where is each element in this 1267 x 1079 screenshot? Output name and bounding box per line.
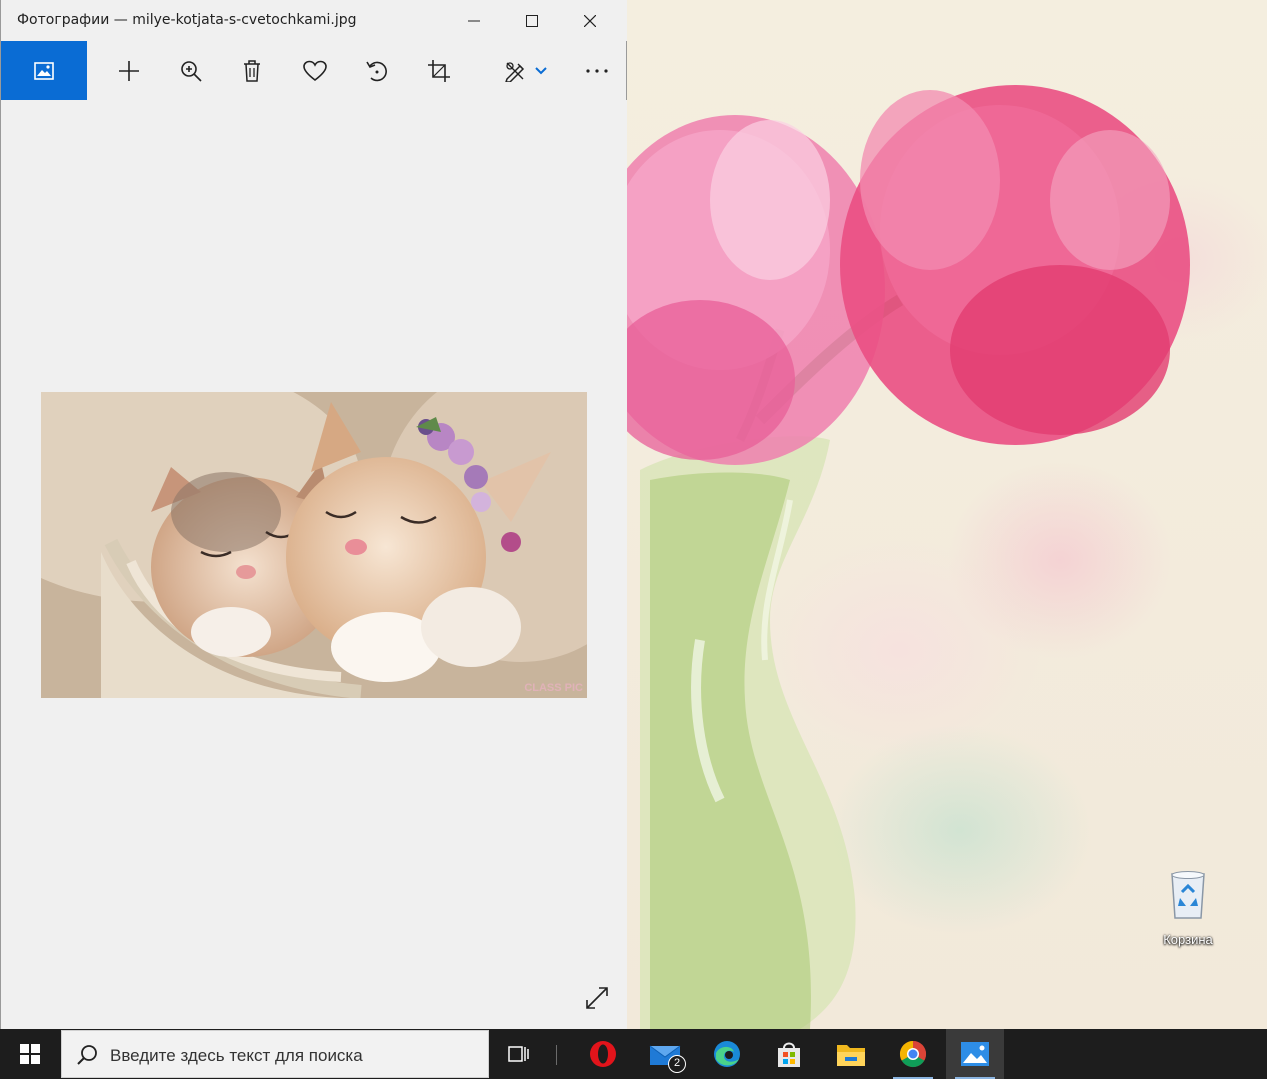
taskbar-mail[interactable]: 2: [636, 1029, 694, 1079]
recycle-bin-label: Корзина: [1163, 932, 1213, 947]
window-titlebar[interactable]: Фотографии — milye-kotjata-s-cvetochkami…: [1, 0, 627, 41]
see-more-button[interactable]: [575, 41, 619, 100]
photo-collection-icon: [34, 61, 54, 80]
taskbar-chrome[interactable]: [884, 1029, 942, 1079]
close-icon: [584, 14, 596, 27]
start-button[interactable]: [0, 1029, 60, 1079]
fullscreen-expand-icon: [586, 987, 608, 1009]
maximize-icon: [526, 14, 538, 27]
task-view-button[interactable]: [490, 1029, 548, 1079]
zoom-button[interactable]: [169, 41, 213, 100]
fullscreen-button[interactable]: [579, 980, 615, 1016]
recycle-bin-shortcut[interactable]: Корзина: [1150, 868, 1226, 947]
maximize-button[interactable]: [503, 0, 561, 41]
minimize-button[interactable]: [445, 0, 503, 41]
mail-unread-badge: 2: [668, 1055, 686, 1073]
sleeping-kittens-image: [41, 392, 587, 698]
photo-watermark: CLASS PIC: [524, 682, 583, 694]
zoom-in-icon: [181, 60, 202, 82]
window-title: Фотографии — milye-kotjata-s-cvetochkami…: [17, 12, 357, 28]
photos-app-window: Фотографии — milye-kotjata-s-cvetochkami…: [0, 0, 627, 1029]
opera-icon: [590, 1041, 616, 1067]
crop-button[interactable]: [417, 41, 461, 100]
kittens-photo[interactable]: CLASS PIC: [41, 392, 587, 698]
store-icon: [778, 1042, 800, 1067]
edit-menu-dropdown[interactable]: [521, 41, 561, 100]
taskbar-photos[interactable]: [946, 1029, 1004, 1079]
favorite-button[interactable]: [293, 41, 337, 100]
taskbar-store[interactable]: [760, 1029, 818, 1079]
chevron-down-icon: [535, 66, 547, 74]
delete-button[interactable]: [230, 41, 274, 100]
taskbar-edge[interactable]: [698, 1029, 756, 1079]
rotate-button[interactable]: [355, 41, 399, 100]
image-viewer[interactable]: CLASS PIC: [1, 100, 627, 1029]
taskbar-separator: [556, 1045, 557, 1065]
taskbar-file-explorer[interactable]: [822, 1029, 880, 1079]
taskbar-search-box[interactable]: Введите здесь текст для поиска: [61, 1030, 489, 1078]
favorite-icon: [303, 60, 327, 81]
photos-icon: [961, 1042, 989, 1066]
recycle-bin-icon: [1171, 871, 1205, 919]
windows-logo-icon: [20, 1044, 40, 1064]
minimize-icon: [468, 20, 480, 21]
more-icon: [586, 68, 608, 73]
task-view-icon: [508, 1046, 529, 1062]
add-icon: [119, 60, 139, 81]
delete-icon: [244, 59, 260, 82]
see-all-photos-button[interactable]: [1, 41, 87, 100]
photo-toolbar: [1, 41, 627, 100]
add-to-button[interactable]: [107, 41, 151, 100]
search-icon: [77, 1045, 97, 1065]
close-button[interactable]: [561, 0, 619, 41]
search-placeholder: Введите здесь текст для поиска: [110, 1046, 363, 1065]
crop-icon: [428, 59, 450, 82]
edge-icon: [714, 1041, 740, 1067]
taskbar: Введите здесь текст для поиска 2: [0, 1029, 1267, 1079]
taskbar-opera[interactable]: [574, 1029, 632, 1079]
file-explorer-icon: [837, 1045, 865, 1066]
rotate-icon: [366, 61, 387, 81]
chrome-icon: [899, 1040, 927, 1068]
